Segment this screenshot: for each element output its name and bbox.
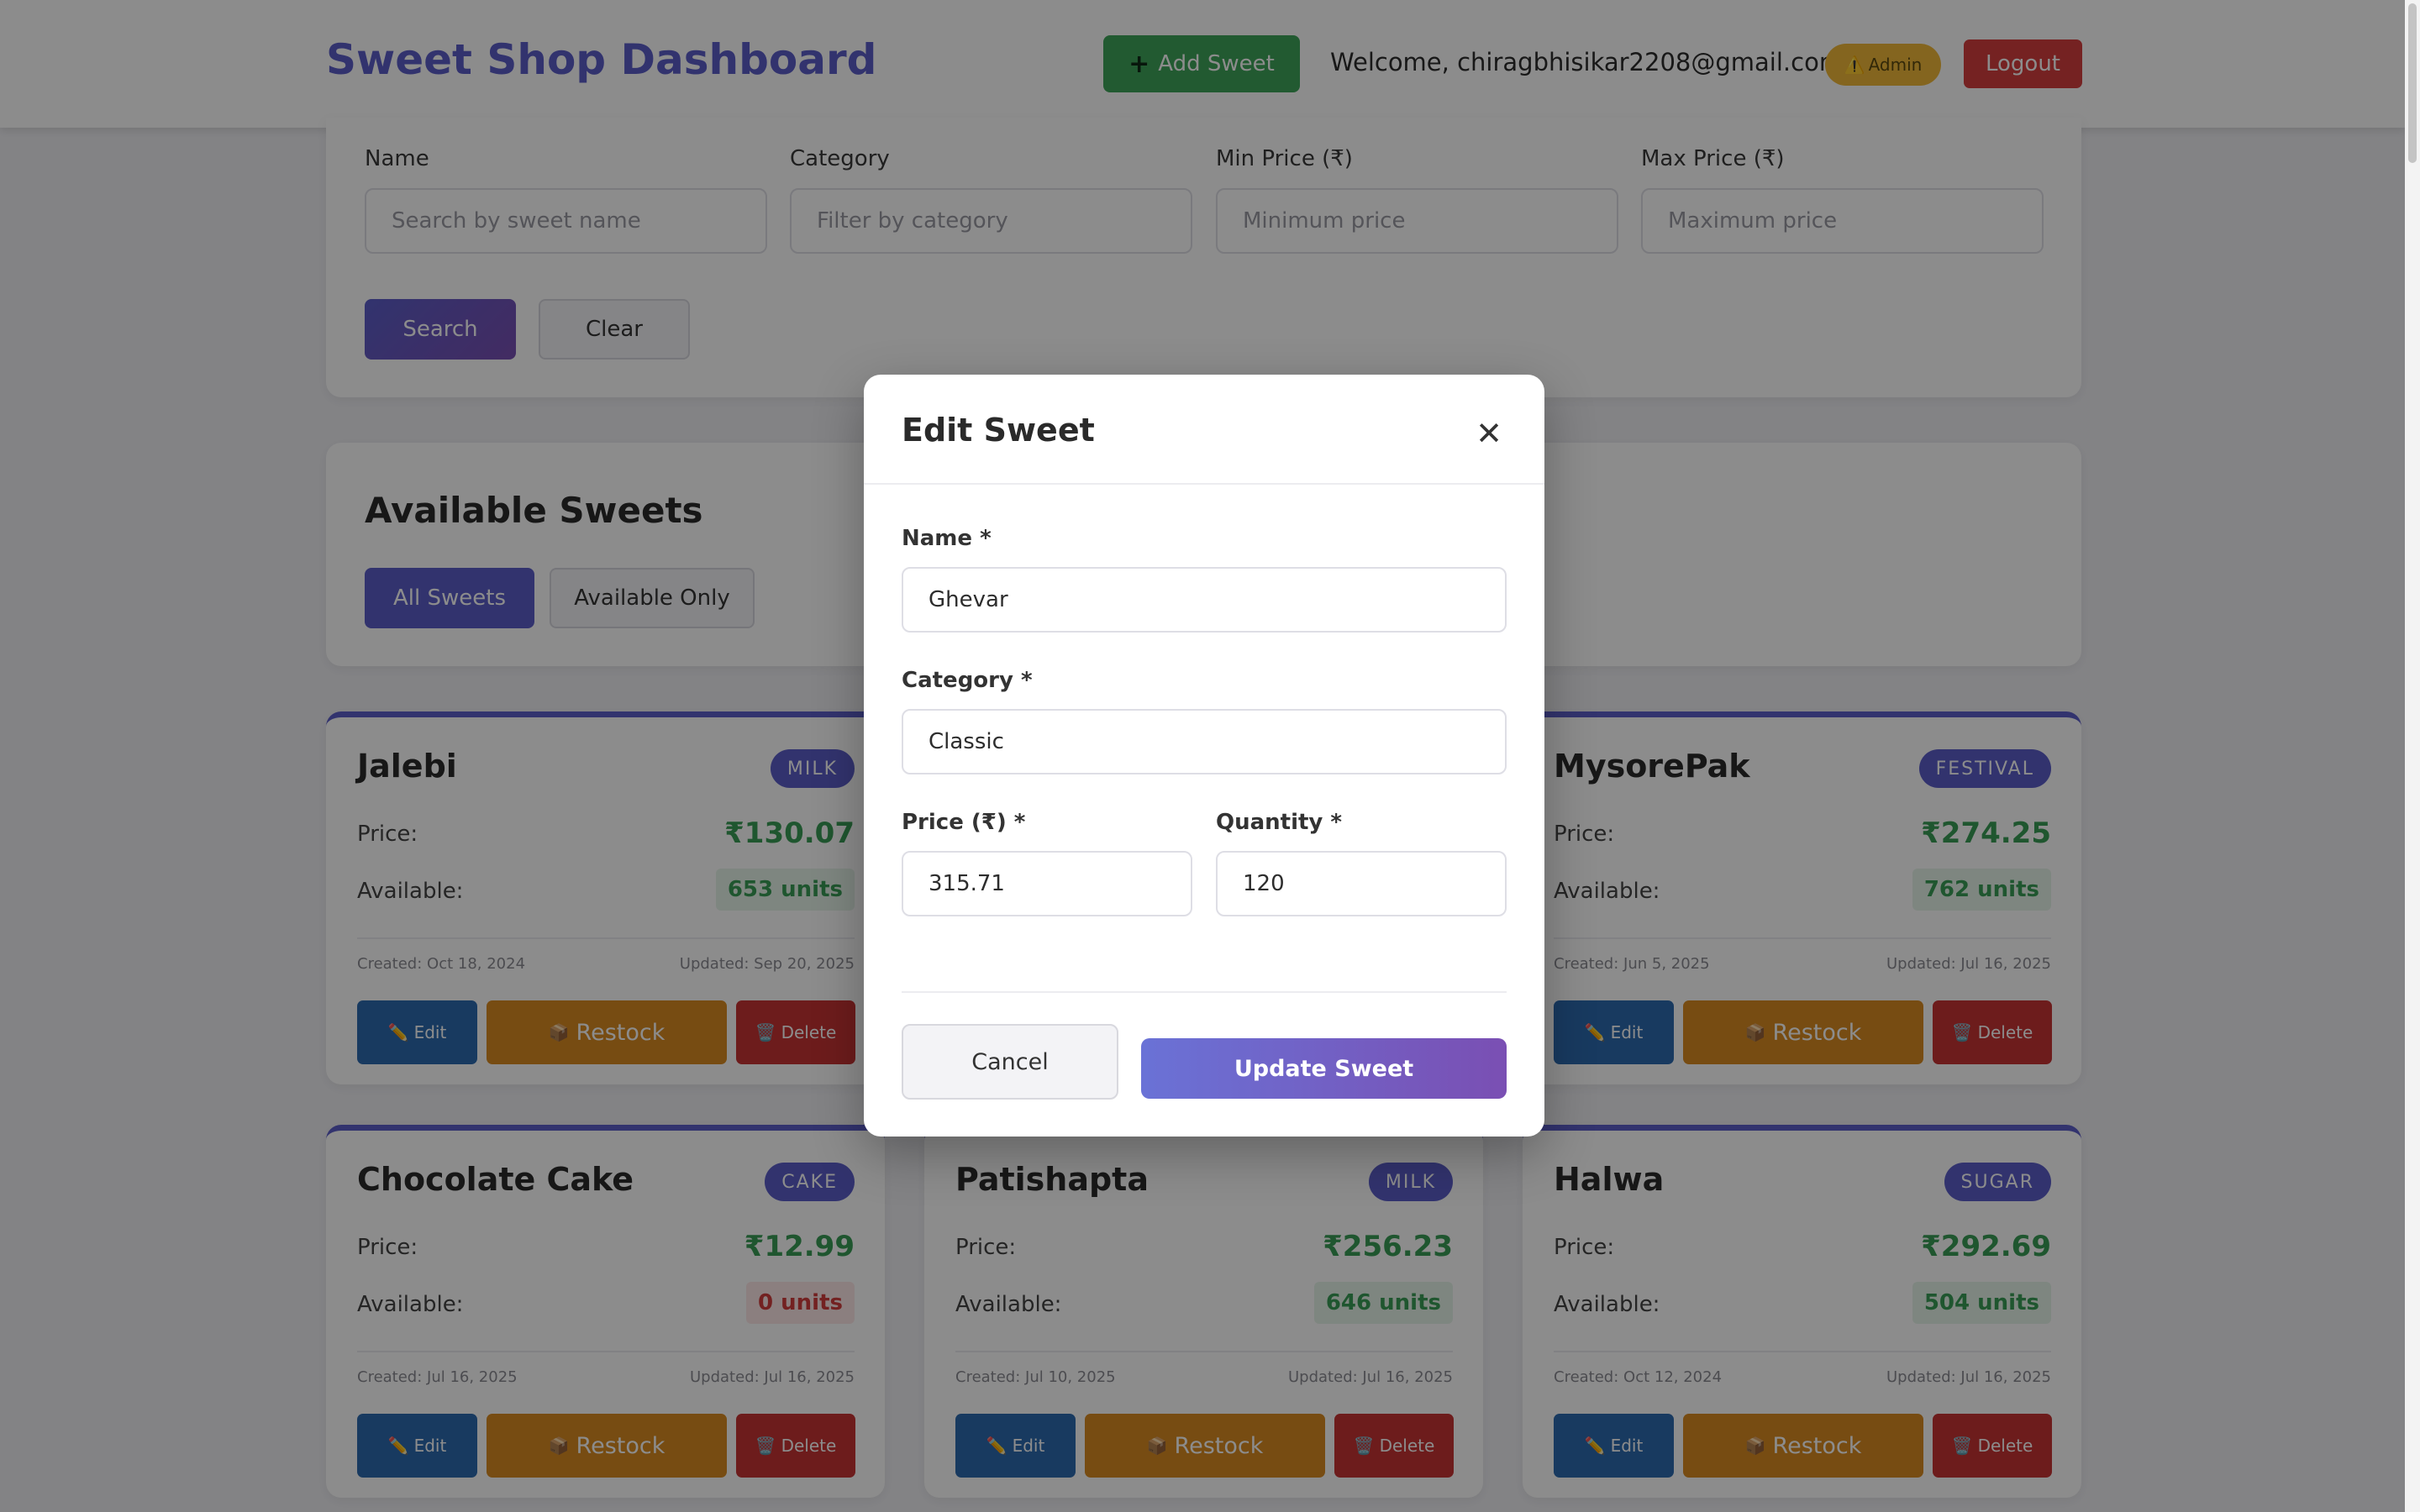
close-icon[interactable]: ✕ — [1465, 410, 1512, 457]
page-scrollbar[interactable] — [2405, 0, 2420, 1512]
modal-title: Edit Sweet — [902, 412, 1095, 449]
scrollbar-thumb[interactable] — [2408, 3, 2417, 163]
cancel-button[interactable]: Cancel — [902, 1024, 1118, 1100]
price-field[interactable]: 315.71 — [902, 851, 1192, 916]
category-field[interactable]: Classic — [902, 709, 1507, 774]
category-field-label: Category * — [902, 668, 1033, 693]
price-field-label: Price (₹) * — [902, 810, 1026, 835]
page: Sweet Shop Dashboard + Add Sweet Welcome… — [0, 0, 2420, 1512]
quantity-field-label: Quantity * — [1216, 810, 1343, 835]
modal-header-divider — [864, 483, 1544, 485]
name-field[interactable]: Ghevar — [902, 567, 1507, 633]
update-sweet-button[interactable]: Update Sweet — [1141, 1038, 1507, 1099]
modal-footer-divider — [902, 991, 1507, 993]
edit-sweet-modal: Edit Sweet ✕ Name * Ghevar Category * Cl… — [864, 375, 1544, 1137]
name-field-label: Name * — [902, 526, 992, 551]
quantity-field[interactable]: 120 — [1216, 851, 1507, 916]
